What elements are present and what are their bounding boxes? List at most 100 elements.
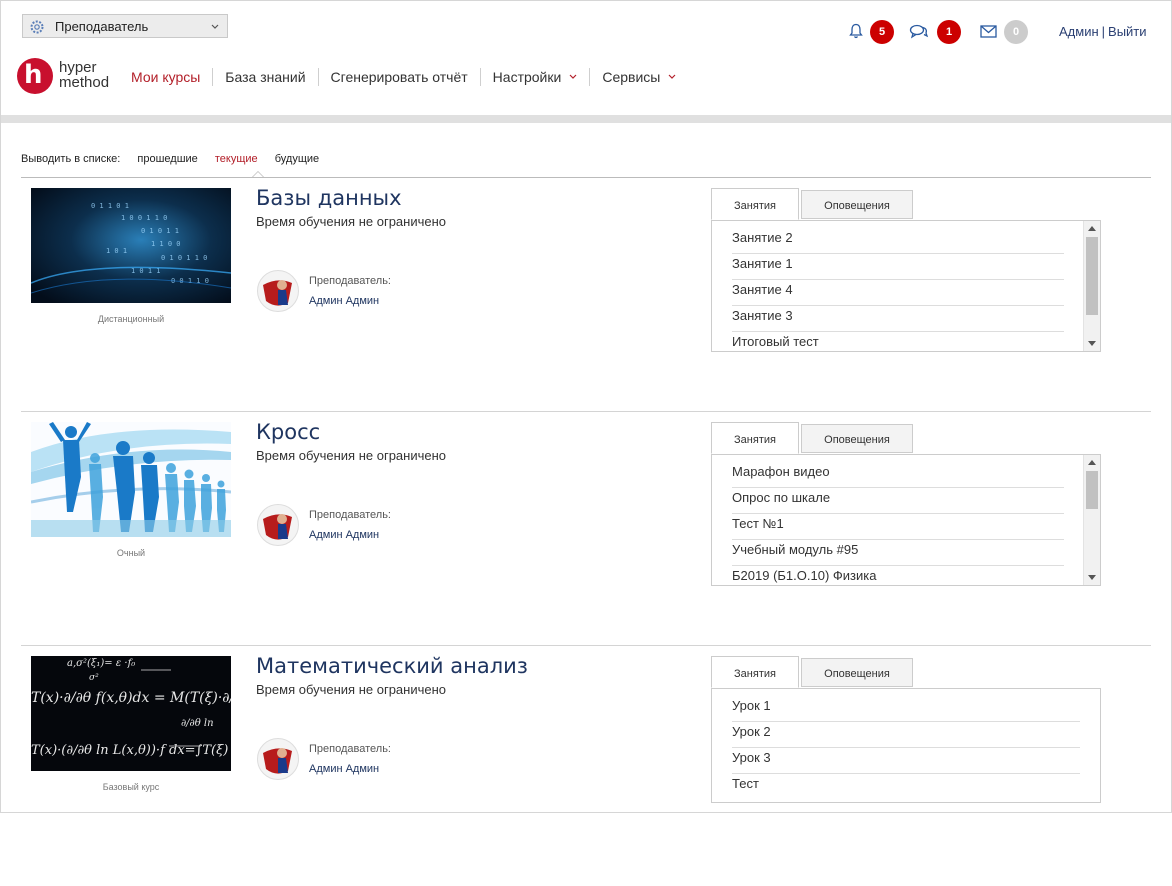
role-selector[interactable]: Преподаватель [22, 14, 228, 38]
user-separator: | [1101, 24, 1106, 39]
nav-generate-report[interactable]: Сгенерировать отчёт [317, 68, 480, 86]
course-card: 0 1 1 0 1 1 0 0 1 1 0 0 1 0 1 1 1 1 0 0 0 … [0, 186, 1172, 418]
course-thumbnail[interactable] [31, 422, 231, 537]
filter-divider [21, 177, 1151, 178]
lesson-item[interactable]: Тест №1 [732, 513, 1064, 540]
lesson-item[interactable]: Урок 3 [732, 747, 1080, 774]
lessons-panel: Урок 1 Урок 2 Урок 3 Тест [711, 688, 1101, 803]
svg-text:1 1 0 0: 1 1 0 0 [151, 240, 181, 248]
chat-count-badge[interactable]: 1 [937, 20, 961, 44]
course-type: Очный [116, 548, 146, 558]
svg-text:a,σ²(ξ₁)= ε ·f₀: a,σ²(ξ₁)= ε ·f₀ [67, 658, 135, 669]
teacher-label: Преподаватель: [309, 743, 391, 755]
mail-count-badge[interactable]: 0 [1004, 20, 1028, 44]
lesson-item[interactable]: Опрос по шкале [732, 487, 1064, 514]
main-nav: Мои курсы База знаний Сгенерировать отчё… [131, 67, 688, 87]
filter-current[interactable]: текущие [215, 153, 258, 165]
header-divider [1, 115, 1171, 123]
course-thumbnail[interactable]: 0 1 1 0 1 1 0 0 1 1 0 0 1 0 1 1 1 1 0 0 0 … [31, 188, 231, 303]
teacher-avatar [257, 504, 299, 546]
lesson-item[interactable]: Занятие 1 [732, 253, 1064, 280]
filter-future[interactable]: будущие [275, 153, 319, 165]
svg-text:0 1 1 0 1: 0 1 1 0 1 [91, 202, 129, 210]
nav-services[interactable]: Сервисы [589, 68, 688, 86]
logout-link[interactable]: Выйти [1108, 24, 1147, 39]
lesson-item[interactable]: Марафон видео [732, 461, 1064, 488]
svg-text:0 1 0 1 1: 0 1 0 1 1 [141, 227, 179, 235]
scroll-down-arrow-icon[interactable] [1088, 341, 1096, 346]
svg-text:σ²: σ² [89, 673, 99, 683]
lesson-item[interactable]: Занятие 4 [732, 279, 1064, 306]
user-area: Админ | Выйти [1059, 24, 1147, 39]
chevron-down-icon [668, 74, 676, 79]
chevron-down-icon [569, 74, 577, 79]
tab-lessons[interactable]: Занятия [711, 188, 799, 220]
lesson-item[interactable]: Учебный модуль #95 [732, 539, 1064, 566]
hypermethod-logo[interactable]: h hyper method [17, 57, 117, 97]
tab-notices[interactable]: Оповещения [801, 190, 913, 219]
logo-mark: h [17, 58, 53, 94]
course-type: Дистанционный [97, 314, 165, 324]
teacher-name-link[interactable]: Админ Админ [309, 763, 379, 775]
teacher-avatar [257, 270, 299, 312]
tab-notices[interactable]: Оповещения [801, 658, 913, 687]
lessons-scrollbar[interactable] [1083, 455, 1100, 585]
tab-notices[interactable]: Оповещения [801, 424, 913, 453]
logo-text-line2: method [59, 74, 110, 91]
gear-icon [30, 20, 44, 34]
nav-settings[interactable]: Настройки [479, 68, 590, 86]
course-separator [21, 411, 1151, 412]
tab-lessons[interactable]: Занятия [711, 422, 799, 454]
scroll-up-arrow-icon[interactable] [1088, 226, 1096, 231]
course-duration: Время обучения не ограничено [256, 682, 447, 697]
scroll-thumb[interactable] [1086, 237, 1098, 315]
course-separator [21, 645, 1151, 646]
lesson-item[interactable]: Занятие 3 [732, 305, 1064, 332]
bell-icon[interactable] [849, 23, 863, 39]
lesson-item[interactable]: Б2019 (Б1.О.10) Физика [732, 565, 1064, 585]
teacher-label: Преподаватель: [309, 275, 391, 287]
role-selector-value: Преподаватель [55, 19, 149, 34]
svg-text:1 0 1: 1 0 1 [106, 247, 127, 255]
lessons-panel: Занятие 2 Занятие 1 Занятие 4 Занятие 3 … [711, 220, 1101, 352]
course-title[interactable]: Кросс [256, 420, 320, 444]
nav-knowledge-base[interactable]: База знаний [212, 68, 317, 86]
chevron-down-icon [211, 24, 219, 29]
nav-my-courses[interactable]: Мои курсы [131, 68, 212, 86]
course-duration: Время обучения не ограничено [256, 448, 447, 463]
teacher-name-link[interactable]: Админ Админ [309, 295, 379, 307]
lesson-item[interactable]: Тест [732, 773, 1080, 799]
course-title[interactable]: Базы данных [256, 186, 402, 210]
scroll-up-arrow-icon[interactable] [1088, 460, 1096, 465]
course-title[interactable]: Математический анализ [256, 654, 528, 678]
lesson-item[interactable]: Урок 2 [732, 721, 1080, 748]
scroll-thumb[interactable] [1086, 471, 1098, 509]
scroll-down-arrow-icon[interactable] [1088, 575, 1096, 580]
lesson-item[interactable]: Занятие 2 [732, 227, 1064, 254]
lesson-item[interactable]: Урок 1 [732, 695, 1080, 722]
chat-icon[interactable] [909, 24, 929, 39]
teacher-label: Преподаватель: [309, 509, 391, 521]
mail-icon[interactable] [980, 25, 997, 38]
list-filter: Выводить в списке: прошедшие текущие буд… [21, 153, 333, 165]
filter-label: Выводить в списке: [21, 153, 121, 165]
course-card: a,σ²(ξ₁)= ε ·f₀ T(x)·∂/∂θ f(x,θ)dx = M(T… [0, 654, 1172, 886]
lessons-scrollbar[interactable] [1083, 221, 1100, 351]
svg-text:T(x)·(∂/∂θ ln L(x,θ))·f dx=∫T(: T(x)·(∂/∂θ ln L(x,θ))·f dx=∫T(ξ) [31, 743, 228, 758]
course-thumbnail[interactable]: a,σ²(ξ₁)= ε ·f₀ T(x)·∂/∂θ f(x,θ)dx = M(T… [31, 656, 231, 771]
course-type: Базовый курс [102, 782, 160, 792]
lesson-item[interactable]: Итоговый тест [732, 331, 1064, 351]
tab-lessons[interactable]: Занятия [711, 656, 799, 688]
svg-text:1 0 0 1 1 0: 1 0 0 1 1 0 [121, 214, 167, 222]
filter-active-notch [252, 171, 264, 177]
lessons-panel: Марафон видео Опрос по шкале Тест №1 Уче… [711, 454, 1101, 586]
logo-text-line1: hyper [59, 59, 97, 76]
svg-text:∂/∂θ ln: ∂/∂θ ln [181, 718, 214, 729]
notifications-count-badge[interactable]: 5 [870, 20, 894, 44]
svg-text:0 1 0 1 1 0: 0 1 0 1 1 0 [161, 254, 207, 262]
teacher-avatar [257, 738, 299, 780]
course-card: Очный Кросс Время обучения не ограничено… [0, 420, 1172, 652]
filter-past[interactable]: прошедшие [137, 153, 197, 165]
teacher-name-link[interactable]: Админ Админ [309, 529, 379, 541]
user-name-link[interactable]: Админ [1059, 24, 1099, 39]
